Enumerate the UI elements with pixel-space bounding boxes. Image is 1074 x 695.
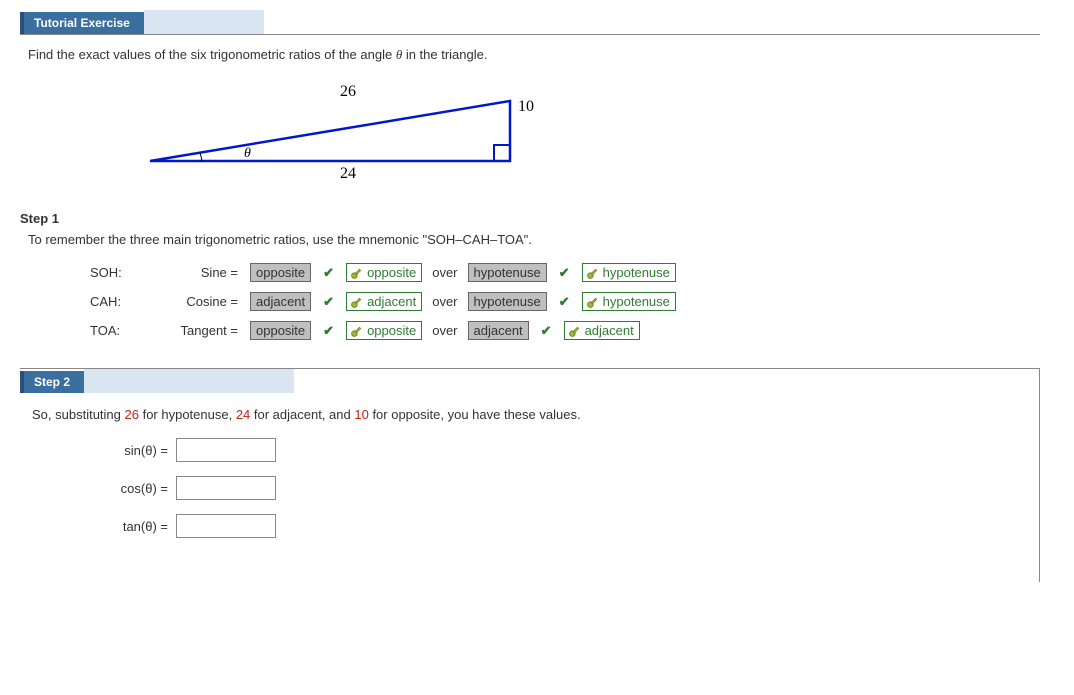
answer-box-denominator[interactable]: adjacent — [468, 321, 529, 340]
key-text: adjacent — [367, 294, 416, 309]
exercise-prompt: Find the exact values of the six trigono… — [28, 47, 1040, 63]
eq-label: cos(θ) = — [92, 481, 168, 496]
answer-box-denominator[interactable]: hypotenuse — [468, 263, 547, 282]
prompt-after: in the triangle. — [402, 47, 487, 62]
step2-header: Step 2 — [20, 369, 1039, 393]
key-box-numerator[interactable]: adjacent — [346, 292, 422, 311]
key-icon — [350, 295, 364, 309]
key-box-denominator[interactable]: hypotenuse — [582, 263, 676, 282]
key-box-numerator[interactable]: opposite — [346, 263, 422, 282]
step2-box: Step 2 So, substituting 26 for hypotenus… — [20, 368, 1040, 582]
answer-box-denominator[interactable]: hypotenuse — [468, 292, 547, 311]
key-icon — [568, 324, 582, 338]
ratio-eq: Cosine = — [158, 294, 238, 309]
ratio-row-toa: TOA: Tangent = opposite ✔ opposite over … — [90, 321, 1040, 340]
triangle-figure: 26 24 10 θ — [140, 81, 1040, 181]
check-icon: ✔ — [323, 265, 334, 281]
eq-row-cos: cos(θ) = — [92, 476, 1027, 500]
t: for adjacent, and — [250, 407, 354, 422]
ratio-row-soh: SOH: Sine = opposite ✔ opposite over hyp… — [90, 263, 1040, 282]
triangle-hypotenuse-label: 26 — [340, 83, 356, 100]
answer-box-numerator[interactable]: opposite — [250, 263, 311, 282]
key-text: opposite — [367, 323, 416, 338]
step2-tab: Step 2 — [20, 371, 84, 393]
ratio-row-cah: CAH: Cosine = adjacent ✔ adjacent over h… — [90, 292, 1040, 311]
over-text: over — [432, 323, 457, 338]
ratio-label: SOH: — [90, 265, 150, 280]
step2-text: So, substituting 26 for hypotenuse, 24 f… — [32, 407, 1027, 422]
eq-label: sin(θ) = — [92, 443, 168, 458]
triangle-angle-label: θ — [244, 146, 251, 161]
triangle-adjacent-label: 24 — [340, 165, 356, 181]
key-text: opposite — [367, 265, 416, 280]
over-text: over — [432, 294, 457, 309]
check-icon: ✔ — [323, 294, 334, 310]
sub-hyp: 26 — [125, 407, 139, 422]
prompt-before: Find the exact values of the six trigono… — [28, 47, 396, 62]
tan-input[interactable] — [176, 514, 276, 538]
key-icon — [586, 295, 600, 309]
tutorial-header-tab: Tutorial Exercise — [20, 12, 144, 34]
check-icon: ✔ — [541, 323, 552, 339]
answer-box-numerator[interactable]: adjacent — [250, 292, 311, 311]
ratio-label: TOA: — [90, 323, 150, 338]
key-box-denominator[interactable]: hypotenuse — [582, 292, 676, 311]
header-spacer — [144, 10, 264, 34]
triangle-svg: 26 24 10 θ — [140, 81, 560, 181]
eq-row-tan: tan(θ) = — [92, 514, 1027, 538]
step2-equations: sin(θ) = cos(θ) = tan(θ) = — [92, 438, 1027, 538]
key-icon — [586, 266, 600, 280]
t: for hypotenuse, — [139, 407, 236, 422]
key-text: hypotenuse — [603, 265, 670, 280]
over-text: over — [432, 265, 457, 280]
ratio-eq: Sine = — [158, 265, 238, 280]
step1-title: Step 1 — [20, 211, 1040, 226]
key-box-numerator[interactable]: opposite — [346, 321, 422, 340]
key-text: adjacent — [585, 323, 634, 338]
check-icon: ✔ — [559, 294, 570, 310]
sub-adj: 24 — [236, 407, 250, 422]
key-box-denominator[interactable]: adjacent — [564, 321, 640, 340]
sub-opp: 10 — [354, 407, 368, 422]
ratio-label: CAH: — [90, 294, 150, 309]
t: for opposite, you have these values. — [369, 407, 581, 422]
t: So, substituting — [32, 407, 125, 422]
key-text: hypotenuse — [603, 294, 670, 309]
step1-desc: To remember the three main trigonometric… — [28, 232, 1040, 247]
eq-label: tan(θ) = — [92, 519, 168, 534]
triangle-opposite-label: 10 — [518, 98, 534, 115]
tutorial-header: Tutorial Exercise — [20, 10, 1040, 35]
key-icon — [350, 266, 364, 280]
answer-box-numerator[interactable]: opposite — [250, 321, 311, 340]
ratio-table: SOH: Sine = opposite ✔ opposite over hyp… — [90, 263, 1040, 340]
sin-input[interactable] — [176, 438, 276, 462]
key-icon — [350, 324, 364, 338]
cos-input[interactable] — [176, 476, 276, 500]
step2-spacer — [84, 369, 294, 393]
check-icon: ✔ — [323, 323, 334, 339]
ratio-eq: Tangent = — [158, 323, 238, 338]
eq-row-sin: sin(θ) = — [92, 438, 1027, 462]
check-icon: ✔ — [559, 265, 570, 281]
